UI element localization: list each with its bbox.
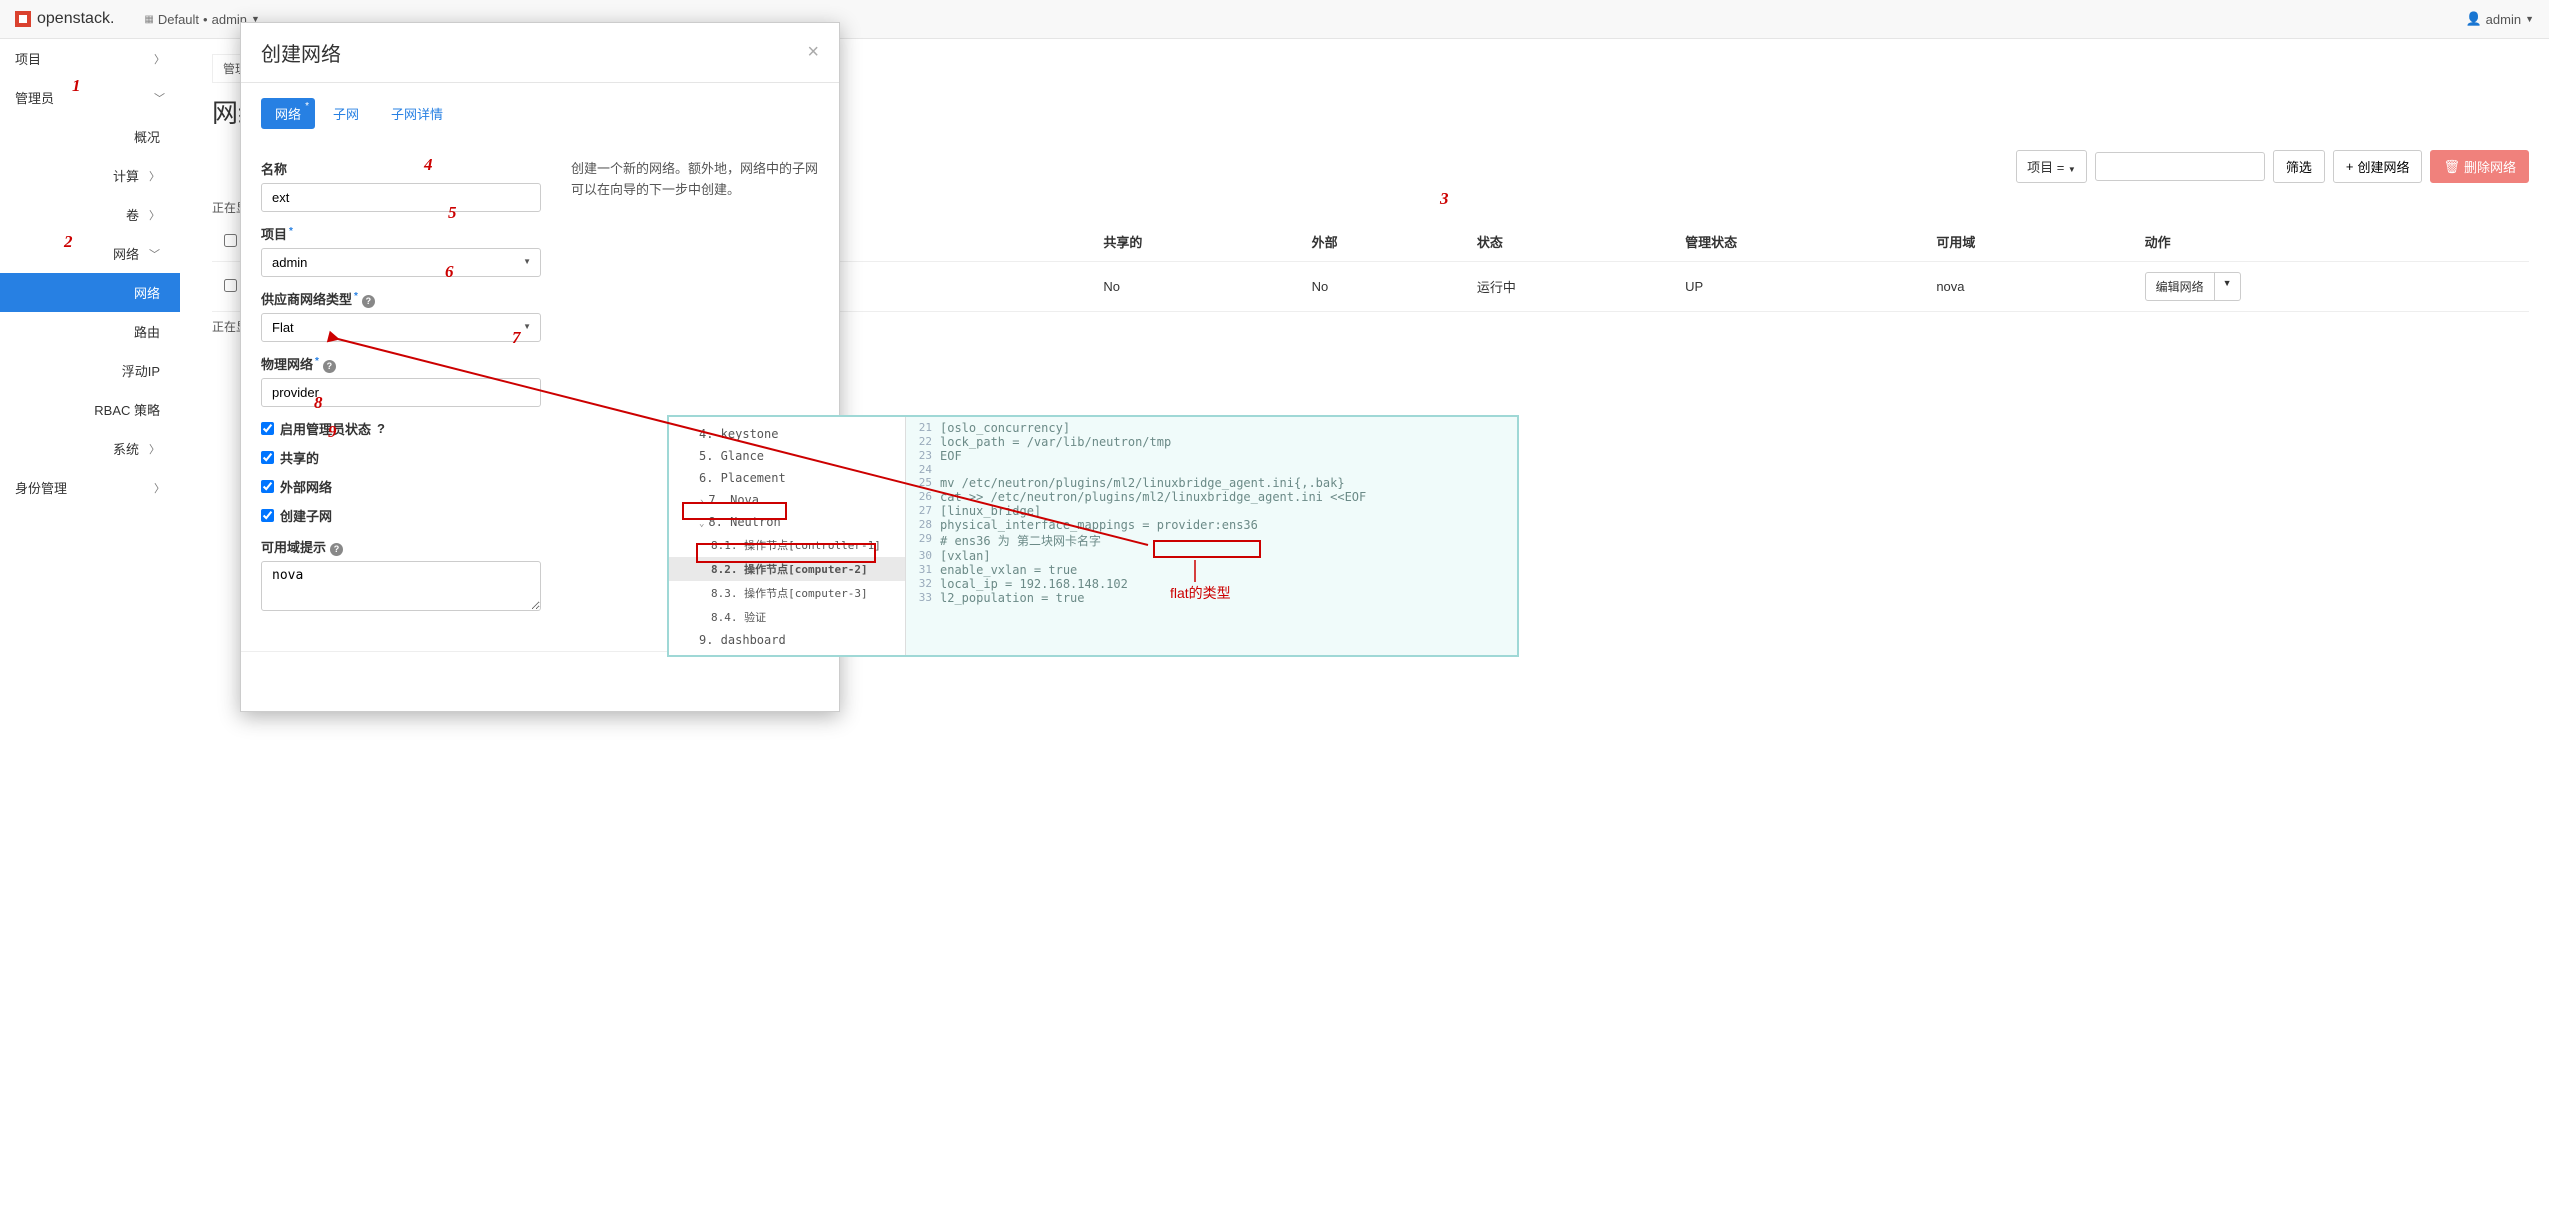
toc-keystone[interactable]: 4. keystone [669, 423, 905, 445]
col-status: 状态 [1465, 222, 1673, 262]
brand-logo[interactable]: openstack. [15, 10, 114, 28]
sidebar-item-project[interactable]: 项目〉 [0, 39, 180, 78]
external-checkbox[interactable] [261, 480, 274, 493]
toc-cinder[interactable]: ›10. Cinder [669, 651, 905, 657]
close-icon[interactable]: × [807, 41, 819, 64]
toc-dashboard[interactable]: 9. dashboard [669, 629, 905, 651]
modal-title: 创建网络 [261, 38, 341, 67]
toc-neutron-84[interactable]: 8.4. 验证 [669, 605, 905, 629]
label-physical: 物理网络*? [261, 354, 541, 373]
create-network-button[interactable]: +创建网络 [2333, 150, 2423, 183]
doc-toc: 4. keystone 5. Glance 6. Placement ›7. N… [669, 417, 906, 655]
sidebar-item-identity[interactable]: 身份管理〉 [0, 468, 180, 507]
filter-input[interactable] [2095, 152, 2265, 181]
chevron-down-icon: ﹀ [154, 90, 165, 106]
filter-button[interactable]: 筛选 [2273, 150, 2325, 183]
user-menu[interactable]: 👤 admin ▼ [2465, 11, 2534, 27]
openstack-icon [15, 11, 31, 27]
doc-overlay-panel: 4. keystone 5. Glance 6. Placement ›7. N… [667, 415, 1519, 657]
chevron-down-icon: ▼ [2214, 273, 2240, 300]
sidebar-item-floating-ip[interactable]: 浮动IP [0, 351, 180, 390]
label-az-hint: 可用域提示? [261, 537, 541, 556]
col-admin-state: 管理状态 [1673, 222, 1924, 262]
toc-neutron-81[interactable]: 8.1. 操作节点[controller-1] [669, 533, 905, 557]
chevron-down-icon: ▼ [2068, 165, 2076, 174]
delete-network-button[interactable]: 🗑删除网络 [2430, 150, 2529, 183]
sidebar-item-admin[interactable]: 管理员﹀ [0, 78, 180, 117]
sidebar-item-volume[interactable]: 卷〉 [0, 195, 180, 234]
provider-type-select[interactable]: Flat [261, 313, 541, 342]
grid-icon: ▦ [144, 14, 153, 25]
sidebar-item-routers[interactable]: 路由 [0, 312, 180, 351]
name-input[interactable] [261, 183, 541, 212]
create-subnet-checkbox[interactable] [261, 509, 274, 522]
toc-glance[interactable]: 5. Glance [669, 445, 905, 467]
tab-network[interactable]: 网络 [261, 98, 315, 129]
chevron-right-icon: 〉 [149, 168, 160, 184]
help-icon[interactable]: ? [330, 543, 343, 556]
sidebar-item-rbac[interactable]: RBAC 策略 [0, 390, 180, 429]
trash-icon: 🗑 [2443, 159, 2460, 175]
row-checkbox[interactable] [224, 279, 237, 292]
col-actions: 动作 [2133, 222, 2529, 262]
admin-state-checkbox[interactable] [261, 422, 274, 435]
label-project: 项目* [261, 224, 541, 243]
sidebar-item-compute[interactable]: 计算〉 [0, 156, 180, 195]
toc-neutron-83[interactable]: 8.3. 操作节点[computer-3] [669, 581, 905, 605]
col-external: 外部 [1300, 222, 1465, 262]
sidebar-item-overview[interactable]: 概况 [0, 117, 180, 156]
sidebar-item-system[interactable]: 系统〉 [0, 429, 180, 468]
tab-subnet[interactable]: 子网 [319, 98, 373, 129]
help-icon[interactable]: ? [362, 295, 375, 308]
brand-text: openstack. [37, 10, 114, 28]
select-all-checkbox[interactable] [224, 234, 237, 247]
sidebar-item-networks[interactable]: 网络 [0, 273, 180, 312]
chevron-right-icon: 〉 [154, 51, 165, 67]
az-hint-textarea[interactable]: nova [261, 561, 541, 611]
label-provider-type: 供应商网络类型*? [261, 289, 541, 308]
label-name: 名称 [261, 159, 541, 178]
chevron-right-icon: 〉 [154, 480, 165, 496]
doc-code-block: 21[oslo_concurrency]22lock_path = /var/l… [906, 417, 1517, 655]
modal-tabs: 网络 子网 子网详情 [261, 98, 819, 129]
toc-nova[interactable]: ›7. Nova [669, 489, 905, 511]
physical-network-input[interactable] [261, 378, 541, 407]
plus-icon: + [2346, 159, 2354, 174]
chevron-down-icon: ▼ [2525, 14, 2534, 24]
sidebar: 项目〉 管理员﹀ 概况 计算〉 卷〉 网络﹀ 网络 路由 浮动IP RBAC 策… [0, 39, 180, 507]
sidebar-item-network[interactable]: 网络﹀ [0, 234, 180, 273]
toc-placement[interactable]: 6. Placement [669, 467, 905, 489]
tab-subnet-detail[interactable]: 子网详情 [377, 98, 457, 129]
toc-neutron[interactable]: ⌄8. Neutron [669, 511, 905, 533]
col-shared: 共享的 [1091, 222, 1299, 262]
col-az: 可用域 [1924, 222, 2132, 262]
chevron-right-icon: › [699, 497, 704, 507]
chevron-right-icon: 〉 [149, 207, 160, 223]
chevron-down-icon: ⌄ [699, 519, 704, 529]
help-icon[interactable]: ? [377, 421, 385, 436]
chevron-right-icon: 〉 [149, 441, 160, 457]
project-select[interactable]: admin [261, 248, 541, 277]
user-icon: 👤 [2465, 11, 2481, 27]
toc-neutron-82[interactable]: 8.2. 操作节点[computer-2] [669, 557, 905, 581]
annot-flat: flat的类型 [1170, 583, 1231, 603]
shared-checkbox[interactable] [261, 451, 274, 464]
chevron-down-icon: ﹀ [149, 246, 160, 262]
filter-key-select[interactable]: 项目 = ▼ [2016, 150, 2087, 183]
help-icon[interactable]: ? [323, 360, 336, 373]
row-action-button[interactable]: 编辑网络▼ [2145, 272, 2241, 301]
